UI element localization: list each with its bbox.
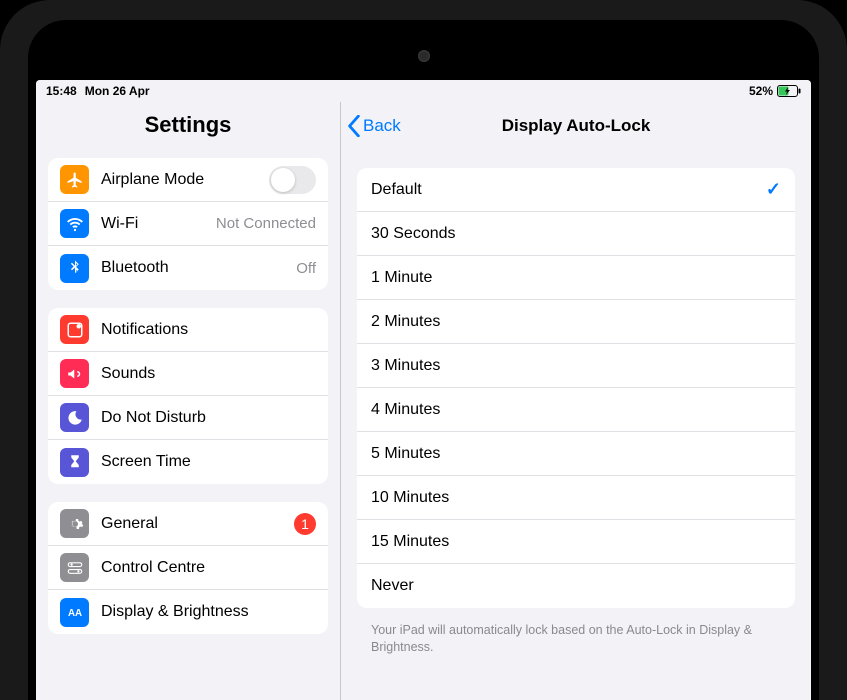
option-row[interactable]: 3 Minutes — [357, 344, 795, 388]
airplane-icon — [60, 165, 89, 194]
sidebar-item-controlcentre[interactable]: Control Centre — [48, 546, 328, 590]
sidebar-item-dnd[interactable]: Do Not Disturb — [48, 396, 328, 440]
sidebar-group: General1 Control Centre AA Display & Bright… — [48, 502, 328, 634]
option-row[interactable]: 4 Minutes — [357, 388, 795, 432]
battery-percent: 52% — [749, 84, 773, 98]
aa-icon: AA — [60, 598, 89, 627]
option-row[interactable]: 30 Seconds — [357, 212, 795, 256]
sidebar-item-label: Control Centre — [101, 559, 316, 577]
sidebar-item-value: Off — [296, 260, 316, 277]
option-label: 3 Minutes — [371, 357, 440, 375]
screen: 15:48 Mon 26 Apr 52% Settings Airplane M… — [36, 80, 811, 700]
sidebar-item-sounds[interactable]: Sounds — [48, 352, 328, 396]
settings-sidebar: Settings Airplane Mode Wi-FiNot Connected… — [36, 102, 341, 700]
sidebar-item-label: Bluetooth — [101, 259, 296, 277]
chevron-left-icon — [347, 115, 361, 137]
sidebar-item-screentime[interactable]: Screen Time — [48, 440, 328, 484]
sidebar-item-airplane[interactable]: Airplane Mode — [48, 158, 328, 202]
option-row[interactable]: 5 Minutes — [357, 432, 795, 476]
status-time: 15:48 — [46, 84, 77, 98]
detail-footer: Your iPad will automatically lock based … — [341, 614, 811, 664]
gear-icon — [60, 509, 89, 538]
sidebar-item-label: Sounds — [101, 365, 316, 383]
option-row[interactable]: 10 Minutes — [357, 476, 795, 520]
sidebar-item-bluetooth[interactable]: BluetoothOff — [48, 246, 328, 290]
moon-icon — [60, 403, 89, 432]
sidebar-item-wifi[interactable]: Wi-FiNot Connected — [48, 202, 328, 246]
status-bar: 15:48 Mon 26 Apr 52% — [36, 80, 811, 102]
option-label: 10 Minutes — [371, 489, 449, 507]
status-date: Mon 26 Apr — [85, 84, 150, 98]
sidebar-item-value: Not Connected — [216, 215, 316, 232]
sidebar-item-general[interactable]: General1 — [48, 502, 328, 546]
switches-icon — [60, 553, 89, 582]
back-label: Back — [363, 116, 401, 136]
sidebar-item-label: Wi-Fi — [101, 215, 216, 233]
option-row[interactable]: 1 Minute — [357, 256, 795, 300]
back-button[interactable]: Back — [341, 115, 401, 137]
sidebar-item-label: Screen Time — [101, 453, 316, 471]
sidebar-item-display[interactable]: AA Display & Brightness — [48, 590, 328, 634]
checkmark-icon: ✓ — [766, 179, 781, 200]
hourglass-icon — [60, 448, 89, 477]
detail-header: Back Display Auto-Lock — [341, 102, 811, 150]
bluetooth-icon — [60, 254, 89, 283]
option-label: 15 Minutes — [371, 533, 449, 551]
option-row[interactable]: 15 Minutes — [357, 520, 795, 564]
front-camera — [418, 50, 430, 62]
option-label: 1 Minute — [371, 269, 432, 287]
option-row[interactable]: Default ✓ — [357, 168, 795, 212]
battery-icon — [777, 85, 801, 97]
airplane-toggle[interactable] — [269, 166, 316, 194]
sidebar-title: Settings — [36, 102, 340, 150]
option-row[interactable]: 2 Minutes — [357, 300, 795, 344]
device-frame: 15:48 Mon 26 Apr 52% Settings Airplane M… — [0, 0, 847, 700]
option-label: 4 Minutes — [371, 401, 440, 419]
sidebar-group: Airplane ModeWi-FiNot ConnectedBluetooth… — [48, 158, 328, 290]
sidebar-item-notifications[interactable]: Notifications — [48, 308, 328, 352]
option-label: Default — [371, 181, 422, 199]
notifications-icon — [60, 315, 89, 344]
sidebar-item-label: Do Not Disturb — [101, 409, 316, 427]
sidebar-item-label: General — [101, 515, 294, 533]
option-label: Never — [371, 577, 414, 595]
detail-pane: Back Display Auto-Lock Default ✓ 30 Second… — [341, 102, 811, 700]
sidebar-item-label: Display & Brightness — [101, 603, 316, 621]
wifi-icon — [60, 209, 89, 238]
option-row[interactable]: Never — [357, 564, 795, 608]
device-bezel: 15:48 Mon 26 Apr 52% Settings Airplane M… — [28, 20, 819, 700]
sidebar-item-label: Airplane Mode — [101, 171, 269, 189]
option-label: 2 Minutes — [371, 313, 440, 331]
sounds-icon — [60, 359, 89, 388]
detail-title: Display Auto-Lock — [341, 116, 811, 136]
sidebar-item-label: Notifications — [101, 321, 316, 339]
sidebar-group: Notifications Sounds Do Not Disturb Screen … — [48, 308, 328, 484]
options-list: Default ✓ 30 Seconds 1 Minute 2 Minutes 3 Min… — [357, 168, 795, 608]
svg-text:AA: AA — [67, 608, 81, 619]
option-label: 30 Seconds — [371, 225, 456, 243]
notification-badge: 1 — [294, 513, 316, 535]
option-label: 5 Minutes — [371, 445, 440, 463]
